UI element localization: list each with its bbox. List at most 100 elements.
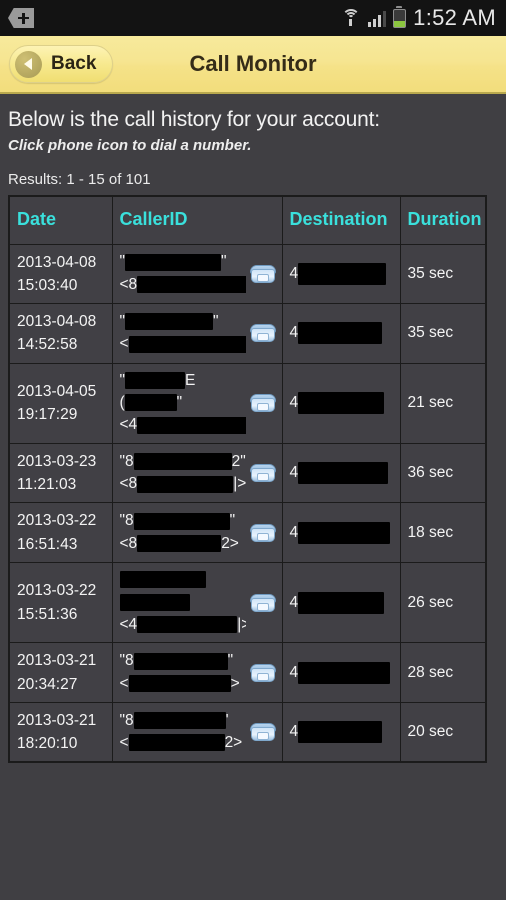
date-value: 2013-03-22: [17, 582, 97, 600]
destination-prefix: 4: [289, 264, 299, 282]
destination-prefix: 4: [289, 523, 299, 541]
redaction-bar: [298, 462, 389, 485]
redaction-bar: [125, 253, 222, 271]
callerid-line: [119, 569, 246, 591]
callerid-line: " ": [119, 253, 227, 271]
cell-callerid: "" <|>: [111, 303, 283, 364]
cell-date: 2013-04-08 15:03:40: [8, 243, 113, 304]
table-row: 2013-03-22 16:51:43 "8 " <8 2> 4 18 sec: [8, 502, 487, 563]
callerid-line: <2>: [119, 734, 243, 752]
cell-date: 2013-04-08 14:52:58: [8, 303, 113, 364]
redaction-bar: [298, 322, 383, 345]
column-header-callerid[interactable]: CallerID: [111, 195, 283, 245]
column-header-date[interactable]: Date: [8, 195, 113, 245]
intro-heading: Below is the call history for your accou…: [8, 108, 380, 131]
callerid-line: "8 ': [119, 711, 229, 729]
phone-dial-icon[interactable]: [249, 522, 276, 544]
redaction-bar: [133, 512, 230, 530]
cell-duration: 18 sec: [399, 502, 487, 563]
chevron-left-icon: [15, 50, 42, 78]
cell-date: 2013-03-23 11:21:03: [8, 442, 113, 504]
title-bar: Back Call Monitor: [0, 36, 506, 94]
phone-dial-icon[interactable]: [249, 322, 276, 344]
date-value: 2013-03-21: [17, 652, 97, 670]
cell-callerid: "E (" <4>: [111, 362, 283, 444]
battery-icon: [393, 5, 407, 28]
date-value: 2013-03-21: [17, 711, 97, 729]
tag-plus-icon: [8, 8, 34, 28]
redaction-bar: [128, 335, 246, 353]
back-button[interactable]: Back: [9, 45, 114, 83]
phone-dial-icon[interactable]: [249, 392, 276, 414]
column-header-duration[interactable]: Duration: [399, 195, 487, 245]
redaction-bar: [128, 674, 231, 692]
cell-callerid: "" <8>: [111, 243, 283, 304]
callerid-line: " E: [119, 371, 196, 389]
table-header-row: Date CallerID Destination Duration: [8, 195, 487, 245]
redaction-bar: [137, 276, 246, 294]
cell-duration: 28 sec: [399, 642, 487, 703]
redaction-bar: [298, 392, 385, 415]
table-row: 2013-04-08 14:52:58 "" <|> 4 35 sec: [8, 303, 487, 364]
callerid-line: [119, 591, 246, 613]
callerid-lines: "8 ' <2>: [120, 710, 246, 755]
callerid-lines: "8 " < >: [120, 650, 246, 695]
table-row: 2013-04-05 19:17:29 "E (" <4> 4 21 sec: [8, 362, 487, 444]
callerid-lines: "" <|>: [120, 311, 246, 356]
table-row: 2013-03-21 18:20:10 "8 ' <2> 4 20 sec: [8, 701, 487, 763]
phone-dial-icon[interactable]: [249, 721, 276, 743]
callerid-lines: "E (" <4>: [120, 370, 246, 437]
cell-date: 2013-03-21 18:20:10: [8, 701, 113, 763]
redaction-bar: [125, 371, 186, 389]
table-body: 2013-04-0815:03:40""<8>435 sec2013-04-08…: [8, 243, 487, 763]
redaction-bar: [298, 521, 391, 544]
callerid-line: <4>: [120, 414, 246, 436]
cell-destination: 4: [281, 442, 401, 504]
destination-prefix: 4: [289, 663, 299, 681]
cell-destination: 4: [281, 701, 401, 763]
callerid-line: <8 |>: [119, 475, 246, 493]
cell-duration: 21 sec: [399, 362, 487, 444]
phone-dial-icon[interactable]: [249, 662, 276, 684]
callerid-line: "8 2": [119, 452, 246, 471]
table-row: 2013-03-23 11:21:03 "8 2" <8 |> 4 36 sec: [8, 442, 487, 504]
cell-date: 2013-03-22 15:51:36: [8, 561, 113, 644]
redaction-bar: [119, 593, 190, 611]
cell-duration: 20 sec: [399, 701, 487, 763]
cell-callerid: <4|>: [111, 561, 283, 644]
callerid-line: " ": [119, 312, 219, 331]
cell-date: 2013-03-22 16:51:43: [8, 502, 113, 563]
phone-dial-icon[interactable]: [249, 592, 276, 614]
redaction-bar: [137, 475, 234, 493]
redaction-bar: [137, 416, 246, 434]
back-button-label: Back: [51, 53, 97, 74]
destination-prefix: 4: [289, 394, 299, 412]
redaction-bar: [119, 571, 206, 589]
date-value: 2013-04-08: [17, 253, 97, 271]
signal-bars-icon: [367, 10, 387, 27]
column-header-destination[interactable]: Destination: [281, 195, 401, 245]
redaction-bar: [298, 661, 391, 684]
cell-duration: 35 sec: [399, 303, 487, 364]
main-content: Below is the call history for your accou…: [0, 94, 506, 764]
cell-destination: 4: [281, 642, 401, 703]
phone-dial-icon[interactable]: [249, 263, 276, 285]
callerid-line: <8 2>: [119, 534, 239, 553]
redaction-bar: [133, 712, 226, 729]
cell-callerid: "8 2" <8 |>: [111, 442, 283, 504]
destination-prefix: 4: [289, 723, 299, 741]
table-row: 2013-03-22 15:51:36 <4|> 4 26 sec: [8, 561, 487, 644]
redaction-bar: [125, 313, 214, 331]
date-value: 2013-03-22: [17, 512, 97, 530]
phone-dial-icon[interactable]: [249, 462, 276, 484]
callerid-lines: "8 2" <8 |>: [120, 451, 246, 496]
callerid-line: (": [119, 393, 183, 412]
destination-prefix: 4: [289, 464, 299, 482]
callerid-line: <|>: [120, 333, 246, 355]
cell-destination: 4: [281, 303, 401, 364]
redaction-bar: [298, 591, 385, 614]
cell-duration: 26 sec: [399, 561, 487, 644]
cell-destination: 4: [281, 362, 401, 444]
date-value: 2013-03-23: [17, 452, 97, 470]
time-value: 15:03:40: [17, 276, 78, 294]
